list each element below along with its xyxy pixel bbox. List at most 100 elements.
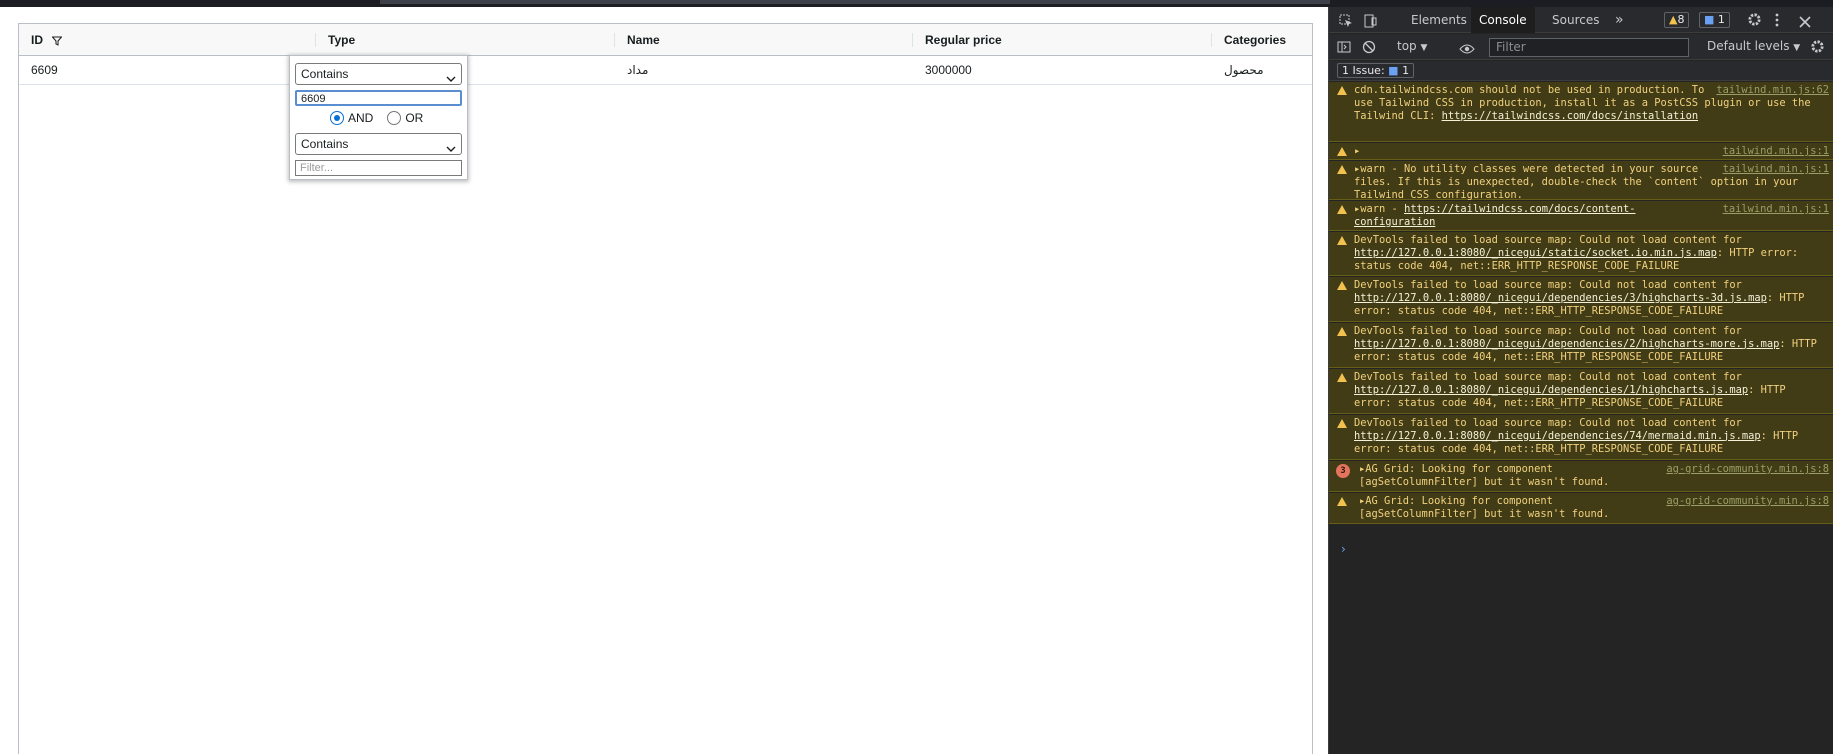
caret-down-icon: ▼ [1420,43,1428,53]
warning-icon [1337,281,1347,294]
and-radio[interactable] [330,111,344,125]
warnings-badge[interactable]: ▲8 [1664,12,1690,28]
data-grid: ID Type Name Regular price Categories 66… [18,23,1313,754]
console-message[interactable]: tailwind.min.js:1 ▸ [1329,143,1833,160]
message-link[interactable]: http://127.0.0.1:8080/_nicegui/dependenc… [1354,338,1779,350]
filter-condition-1-select[interactable]: Contains [295,63,462,85]
message-link[interactable]: http://127.0.0.1:8080/_nicegui/dependenc… [1354,384,1748,396]
tab-highlight [380,0,1330,4]
message-text: AG Grid: Looking for component [agSetCol… [1359,463,1610,488]
tab-elements[interactable]: Elements [1411,7,1467,33]
more-tabs-icon[interactable]: » [1615,7,1624,33]
message-icon: ■ [1704,13,1715,26]
cell-id[interactable]: 6609 [19,56,316,84]
console-message[interactable]: DevTools failed to load source map: Coul… [1329,415,1833,460]
messages-badge[interactable]: ■ 1 [1699,12,1730,28]
eye-icon[interactable] [1459,40,1475,59]
message-text: DevTools failed to load source map: Coul… [1354,234,1742,246]
issues-button[interactable]: 1 Issue: ■ 1 [1337,63,1415,78]
source-link[interactable]: ag-grid-community.min.js:8 [1666,463,1829,476]
settings-gear-icon[interactable] [1747,12,1762,31]
console-message[interactable]: DevTools failed to load source map: Coul… [1329,369,1833,414]
issues-count: 1 [1402,64,1410,77]
or-radio[interactable] [387,111,402,125]
filter-icon[interactable] [51,26,63,58]
console-settings-gear-icon[interactable] [1810,39,1825,58]
console-toolbar: top ▼ Filter Default levels ▼ [1329,34,1833,60]
source-link[interactable]: tailwind.min.js:1 [1723,203,1829,216]
context-select[interactable]: top ▼ [1397,39,1427,53]
column-header-label: Name [627,33,660,47]
column-header-type[interactable]: Type [316,24,615,56]
console-message[interactable]: DevTools failed to load source map: Coul… [1329,277,1833,322]
message-link[interactable]: http://127.0.0.1:8080/_nicegui/static/so… [1354,247,1717,259]
clear-console-icon[interactable] [1362,39,1376,58]
source-link[interactable]: tailwind.min.js:1 [1723,145,1829,158]
table-row[interactable]: 6609 مداد 3000000 محصول [19,56,1312,85]
column-header-categories[interactable]: Categories [1212,24,1312,56]
warning-icon [1337,373,1347,386]
inspect-element-icon[interactable] [1339,13,1353,32]
device-toolbar-icon[interactable] [1363,13,1377,32]
tab-sources[interactable]: Sources [1552,7,1599,33]
warning-icon [1337,327,1347,340]
cell-categories[interactable]: محصول [1212,56,1312,84]
column-header-regular-price[interactable]: Regular price [913,24,1212,56]
and-label: AND [348,111,374,125]
warnings-count: 8 [1677,13,1685,26]
filter-condition-2-select[interactable]: Contains [295,133,462,155]
message-text: warn - [1360,203,1398,215]
chevron-down-icon [446,139,456,159]
repeat-count-badge: 3 [1336,464,1350,478]
warning-icon [1337,205,1347,218]
column-header-label: Regular price [925,33,1002,47]
column-header-id[interactable]: ID [19,24,316,56]
source-link[interactable]: tailwind.min.js:62 [1716,84,1829,97]
select-value: Contains [301,137,349,151]
warning-icon [1337,165,1347,178]
column-header-name[interactable]: Name [615,24,913,56]
column-header-label: Type [328,33,356,47]
message-link[interactable]: https://tailwindcss.com/docs/installatio… [1442,110,1698,122]
filter-value-1-input[interactable]: 6609 [295,90,462,106]
or-label: OR [405,111,424,125]
messages-count: 1 [1717,13,1725,26]
warning-icon [1337,419,1347,432]
message-link[interactable]: http://127.0.0.1:8080/_nicegui/dependenc… [1354,292,1767,304]
source-link[interactable]: tailwind.min.js:1 [1723,163,1829,176]
sidebar-toggle-icon[interactable] [1337,39,1351,58]
log-levels-select[interactable]: Default levels ▼ [1707,39,1800,53]
log-levels-value: Default levels [1707,39,1790,53]
message-link[interactable]: http://127.0.0.1:8080/_nicegui/dependenc… [1354,430,1761,442]
console-message[interactable]: 3 ag-grid-community.min.js:8 ▸AG Grid: L… [1329,461,1833,492]
console-filter-input[interactable]: Filter [1489,38,1689,57]
cell-name[interactable]: مداد [615,56,913,84]
close-icon[interactable] [1799,13,1811,32]
console-message[interactable]: tailwind.min.js:62 cdn.tailwindcss.com s… [1329,82,1833,142]
console-message[interactable]: tailwind.min.js:1 ▸warn - No utility cla… [1329,161,1833,201]
devtools-panel: Elements Console Sources » ▲8 ■ 1 top ▼ … [1328,7,1833,754]
tab-console[interactable]: Console [1471,7,1535,33]
console-message[interactable]: ag-grid-community.min.js:8 ▸AG Grid: Loo… [1329,493,1833,524]
column-header-label: ID [31,33,43,47]
caret-down-icon: ▼ [1793,43,1801,53]
source-link[interactable]: ag-grid-community.min.js:8 [1666,495,1829,508]
message-text: DevTools failed to load source map: Coul… [1354,279,1742,291]
filter-value-2-input[interactable]: Filter... [295,160,462,176]
prompt-chevron-icon: › [1341,542,1346,556]
more-options-icon[interactable] [1775,12,1779,31]
devtools-tabbar: Elements Console Sources » ▲8 ■ 1 [1329,7,1833,33]
column-header-label: Categories [1224,33,1287,47]
console-prompt[interactable]: › [1341,542,1346,556]
message-text: DevTools failed to load source map: Coul… [1354,371,1742,383]
browser-top-strip [0,0,1833,7]
column-filter-popup: Contains 6609 AND OR Contains Filter... [289,55,468,180]
console-message[interactable]: DevTools failed to load source map: Coul… [1329,232,1833,276]
issues-bar: 1 Issue: ■ 1 [1329,61,1833,81]
message-text: DevTools failed to load source map: Coul… [1354,325,1742,337]
console-message[interactable]: DevTools failed to load source map: Coul… [1329,323,1833,368]
expand-triangle-icon[interactable]: ▸ [1354,145,1360,157]
cell-regular-price[interactable]: 3000000 [913,56,1212,84]
select-value: Contains [301,67,349,81]
console-message[interactable]: tailwind.min.js:1 ▸warn - https://tailwi… [1329,201,1833,231]
